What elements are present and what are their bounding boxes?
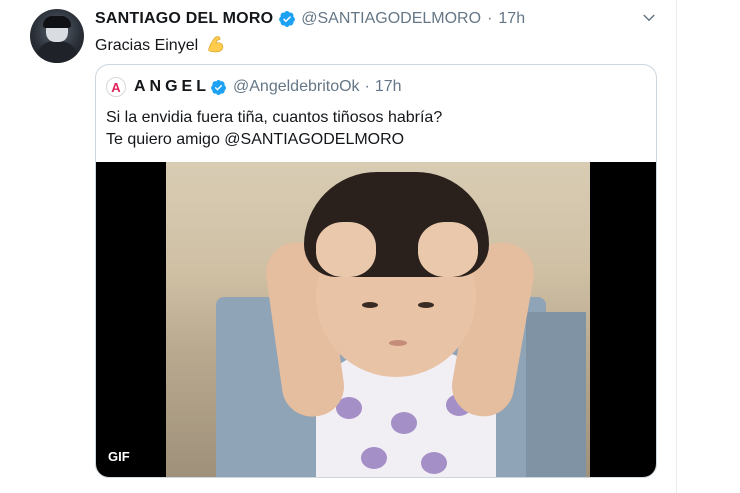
gif-media[interactable]: GIF bbox=[96, 162, 656, 477]
quoted-tweet-timestamp[interactable]: 17h bbox=[375, 78, 402, 96]
timeline-divider bbox=[676, 0, 677, 493]
quoted-tweet-card[interactable]: A ANGEL @AngeldebritoOk · 17h Si la envi… bbox=[95, 64, 657, 478]
quoted-tweet-header: A ANGEL @AngeldebritoOk · 17h bbox=[106, 77, 402, 97]
tweet-text-content: Gracias Einyel bbox=[95, 37, 199, 54]
tweet-header: SANTIAGO DEL MORO @SANTIAGODELMORO · 17h bbox=[95, 8, 525, 30]
quoted-avatar-letter: A bbox=[111, 79, 121, 95]
gif-frame bbox=[166, 162, 590, 477]
quoted-author-name[interactable]: ANGEL bbox=[134, 78, 210, 96]
separator-dot: · bbox=[487, 10, 493, 27]
quoted-text-line-2: Te quiero amigo @SANTIAGODELMORO bbox=[106, 131, 405, 148]
chevron-down-icon[interactable] bbox=[640, 9, 658, 27]
author-name[interactable]: SANTIAGO DEL MORO bbox=[95, 10, 273, 28]
quoted-author-avatar[interactable]: A bbox=[106, 77, 126, 97]
gif-badge: GIF bbox=[108, 449, 130, 464]
author-handle[interactable]: @SANTIAGODELMORO bbox=[301, 10, 481, 28]
verified-badge-icon bbox=[279, 11, 296, 27]
separator-dot: · bbox=[364, 78, 370, 95]
quoted-text-line-1: Si la envidia fuera tiña, cuantos tiñoso… bbox=[106, 109, 443, 126]
flexed-biceps-icon bbox=[207, 36, 223, 53]
tweet-timestamp[interactable]: 17h bbox=[498, 10, 525, 28]
quoted-tweet-text: Si la envidia fuera tiña, cuantos tiñoso… bbox=[106, 107, 442, 151]
tweet-text: Gracias Einyel bbox=[95, 35, 226, 55]
quoted-author-handle[interactable]: @AngeldebritoOk bbox=[233, 78, 360, 96]
author-avatar[interactable] bbox=[30, 9, 84, 63]
verified-badge-icon bbox=[211, 79, 226, 95]
